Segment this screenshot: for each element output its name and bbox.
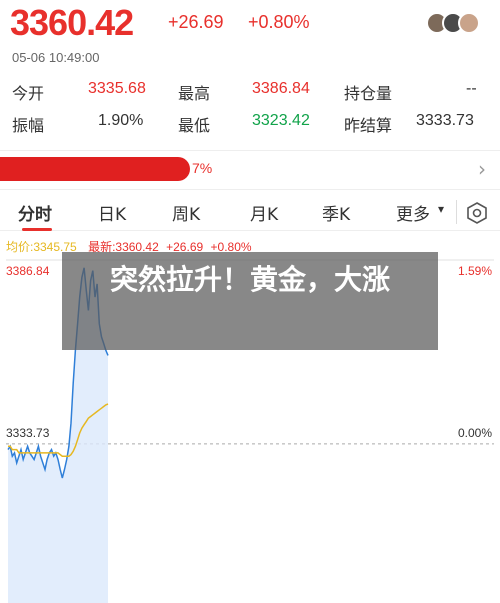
y-axis-base-left-label: 3333.73	[6, 426, 50, 440]
tab-daily-k[interactable]: 日K	[98, 200, 126, 225]
low-label: 最低	[178, 116, 211, 135]
open-interest-value: --	[466, 80, 477, 97]
avatar	[458, 12, 480, 34]
y-axis-top-left-label: 3386.84	[6, 264, 50, 278]
headline-text: 突然拉升！黄金，大涨	[109, 263, 390, 296]
open-value: 3335.68	[88, 80, 146, 97]
y-axis-top-right-label: 1.59%	[458, 264, 492, 278]
stats-row: 今开 3335.68 最高 3386.84 持仓量 --	[0, 80, 500, 106]
amplitude-label: 振幅	[12, 116, 45, 135]
tab-quarterly-k[interactable]: 季K	[322, 200, 350, 225]
current-price: 3360.42	[10, 2, 134, 43]
chevron-right-icon[interactable]: ›	[478, 157, 486, 181]
stats-row: 振幅 1.90% 最低 3323.42 昨结算 3333.73	[0, 112, 500, 138]
period-tabs: 分时 日K 周K 月K 季K 更多 ▾	[0, 196, 500, 231]
active-tab-indicator	[22, 228, 52, 231]
timestamp: 05-06 10:49:00	[12, 50, 100, 65]
price-change-percent: +0.80%	[248, 12, 310, 32]
info-banner[interactable]: 7% ›	[0, 150, 500, 190]
low-value: 3323.42	[252, 112, 310, 129]
prev-settle-value: 3333.73	[416, 112, 474, 129]
tab-intraday[interactable]: 分时	[18, 200, 52, 225]
tab-weekly-k[interactable]: 周K	[172, 200, 200, 225]
avatar-group[interactable]	[426, 12, 482, 34]
redaction-mark	[0, 157, 190, 181]
open-label: 今开	[12, 84, 45, 103]
y-axis-base-right-label: 0.00%	[458, 426, 492, 440]
chevron-down-icon: ▾	[438, 202, 445, 216]
open-interest-label: 持仓量	[344, 84, 393, 103]
price-change: +26.69	[168, 12, 224, 32]
headline-overlay: 突然拉升！黄金，大涨	[62, 252, 438, 350]
settings-icon[interactable]	[466, 202, 488, 224]
tab-more[interactable]: 更多	[396, 200, 430, 225]
tab-monthly-k[interactable]: 月K	[250, 200, 278, 225]
banner-percent: 7%	[192, 160, 213, 176]
prev-settle-label: 昨结算	[344, 116, 393, 135]
amplitude-value: 1.90%	[98, 112, 144, 129]
divider	[456, 200, 457, 224]
high-value: 3386.84	[252, 80, 310, 97]
high-label: 最高	[178, 84, 211, 103]
